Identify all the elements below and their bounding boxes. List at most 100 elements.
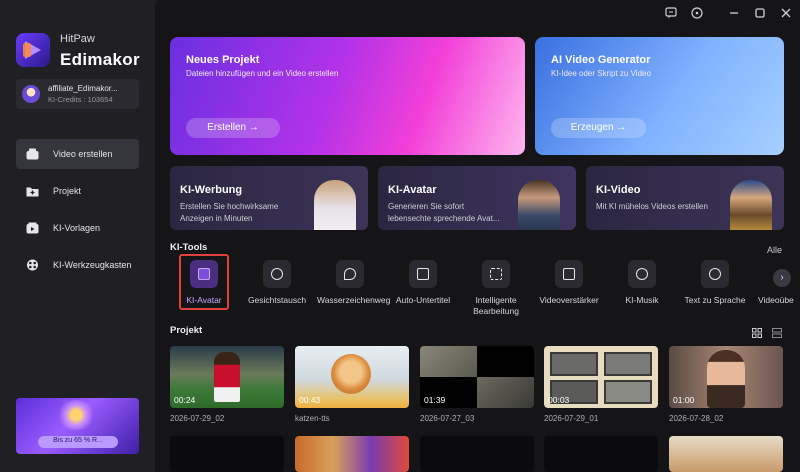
tool-label: Wasserzeichenweg	[317, 295, 391, 305]
project-thumbnail-9[interactable]	[544, 436, 658, 472]
sidebar-item-ki-vorlagen[interactable]: KI-Vorlagen	[16, 213, 139, 243]
project-name: 2026-07-29_02	[170, 414, 225, 423]
feature-title: KI-Werbung	[180, 184, 243, 196]
project-name: 2026-07-28_02	[669, 414, 724, 423]
feature-card-ki-werbung[interactable]: KI-Werbung Erstellen Sie hochwirksame An…	[170, 166, 368, 230]
feature-description: Mit KI mühelos Videos erstellen	[596, 202, 708, 211]
tool-gesichtstausch[interactable]: Gesichtstausch	[242, 258, 312, 316]
sidebar-item-video-erstellen[interactable]: Video erstellen	[16, 139, 139, 169]
list-view-icon[interactable]	[772, 328, 782, 338]
project-thumbnail-2[interactable]: 00:43	[295, 346, 409, 408]
sidebar: HitPaw Edimakor affiliate_Edimakor... KI…	[0, 0, 155, 472]
feature-title: KI-Avatar	[388, 184, 437, 196]
grid-view-icon[interactable]	[752, 328, 762, 338]
project-name: katzen-tts	[295, 414, 330, 423]
account-name: affiliate_Edimakor...	[48, 84, 118, 93]
feature-title: KI-Video	[596, 184, 641, 196]
painting-image	[730, 180, 772, 230]
card-title: AI Video Generator	[551, 54, 651, 66]
avatar	[22, 85, 40, 103]
tool-ki-musik[interactable]: KI-Musik	[607, 258, 677, 316]
tool-label: Text zu Sprache	[684, 295, 746, 305]
project-thumbnail-4[interactable]: 00:03	[544, 346, 658, 408]
project-name: 2026-07-29_01	[544, 414, 599, 423]
app-logo-icon	[16, 33, 50, 67]
all-tools-link[interactable]: Alle	[767, 245, 782, 255]
tts-icon	[701, 260, 729, 288]
project-thumbnail-1[interactable]: 00:24	[170, 346, 284, 408]
project-thumbnail-6[interactable]	[170, 436, 284, 472]
feature-description: Generieren Sie sofort lebensechte sprech…	[388, 202, 500, 223]
info-icon[interactable]	[691, 7, 703, 19]
tool-intelligente-bearbeitung[interactable]: Intelligente Bearbeitung	[461, 258, 531, 316]
project-thumbnail-5[interactable]: 01:00	[669, 346, 783, 408]
projects-section-title: Projekt	[170, 325, 203, 336]
duration-label: 01:00	[673, 395, 695, 405]
home-icon	[26, 148, 39, 160]
face-swap-icon	[263, 260, 291, 288]
tool-label: KI-Musik	[625, 295, 659, 305]
smart-edit-icon	[482, 260, 510, 288]
project-thumbnail-7[interactable]	[295, 436, 409, 472]
tool-videoverstaerker[interactable]: Videoverstärker	[534, 258, 604, 316]
tool-label: Gesichtstausch	[247, 295, 307, 305]
tools-next-button[interactable]: ›	[773, 269, 791, 287]
folder-icon	[26, 187, 39, 197]
sidebar-item-label: Video erstellen	[53, 149, 113, 159]
promo-text: Bis zu 65 % R...	[53, 437, 103, 444]
project-thumbnail-10[interactable]	[669, 436, 783, 472]
ai-video-generator-card[interactable]: AI Video Generator KI-Idee oder Skript z…	[535, 37, 784, 155]
project-thumbnail-8[interactable]	[420, 436, 534, 472]
feature-card-ki-avatar[interactable]: KI-Avatar Generieren Sie sofort lebensec…	[378, 166, 576, 230]
card-subtitle: Dateien hinzufügen und ein Video erstell…	[186, 69, 339, 78]
tool-wasserzeichenweg[interactable]: Wasserzeichenweg	[315, 258, 391, 316]
duration-label: 00:24	[174, 395, 196, 405]
sidebar-item-ki-werkzeugkasten[interactable]: KI-Werkzeugkasten	[16, 250, 139, 280]
subtitle-icon	[409, 260, 437, 288]
credits-count: KI-Credits : 103654	[48, 95, 113, 104]
duration-label: 01:39	[424, 395, 446, 405]
project-thumbnail-3[interactable]: 01:39	[420, 346, 534, 408]
tool-label: Auto-Untertitel	[395, 295, 451, 305]
card-subtitle: KI-Idee oder Skript zu Video	[551, 69, 651, 78]
create-button[interactable]: Erstellen →	[186, 118, 280, 138]
model-image	[314, 180, 356, 230]
tool-auto-untertitel[interactable]: Auto-Untertitel	[388, 258, 458, 316]
avatar-image	[518, 180, 560, 230]
generate-button[interactable]: Erzeugen →	[551, 118, 646, 138]
close-icon[interactable]	[780, 7, 792, 19]
maximize-icon[interactable]	[754, 7, 766, 19]
watermark-remove-icon	[336, 260, 364, 288]
new-project-card[interactable]: Neues Projekt Dateien hinzufügen und ein…	[170, 37, 525, 155]
card-title: Neues Projekt	[186, 54, 260, 66]
sidebar-item-label: KI-Werkzeugkasten	[53, 260, 132, 270]
brand-name: Edimakor	[60, 50, 140, 69]
enhance-icon	[555, 260, 583, 288]
tools-section-title: KI-Tools	[170, 242, 208, 253]
tool-text-zu-sprache[interactable]: Text zu Sprache	[680, 258, 750, 316]
feature-card-ki-video[interactable]: KI-Video Mit KI mühelos Videos erstellen	[586, 166, 784, 230]
promo-pill[interactable]: Bis zu 65 % R...	[38, 436, 118, 448]
sidebar-item-label: Projekt	[53, 186, 82, 196]
sidebar-item-projekt[interactable]: Projekt	[16, 176, 139, 206]
sidebar-item-label: KI-Vorlagen	[53, 223, 101, 233]
music-icon	[628, 260, 656, 288]
tool-label: Videoübe	[758, 295, 794, 305]
duration-label: 00:03	[548, 395, 570, 405]
feedback-icon[interactable]	[665, 7, 677, 19]
toolbox-icon	[27, 259, 38, 271]
promo-graphic	[56, 400, 96, 430]
account-panel[interactable]: affiliate_Edimakor... KI-Credits : 10365…	[16, 79, 139, 109]
minimize-icon[interactable]	[728, 7, 740, 19]
tool-videouebersetzer[interactable]: Videoübe	[752, 258, 800, 316]
selected-tool-highlight	[179, 254, 229, 310]
promo-banner[interactable]: Bis zu 65 % R...	[16, 398, 139, 454]
duration-label: 00:43	[299, 395, 321, 405]
tool-label: Intelligente Bearbeitung	[473, 295, 519, 316]
carousel-dots[interactable]	[64, 449, 88, 454]
template-icon	[26, 222, 39, 234]
tool-label: Videoverstärker	[539, 295, 599, 305]
feature-description: Erstellen Sie hochwirksame Anzeigen in M…	[180, 202, 279, 223]
project-name: 2026-07-27_03	[420, 414, 475, 423]
brand-name-small: HitPaw	[60, 33, 95, 45]
